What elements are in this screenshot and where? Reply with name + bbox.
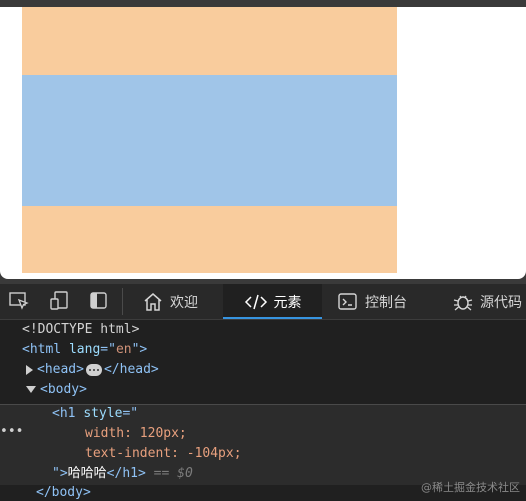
doctype-text: <!DOCTYPE html> bbox=[22, 322, 140, 337]
tab-console[interactable]: 控制台 bbox=[337, 284, 437, 319]
selected-node-hint: == $0 bbox=[153, 466, 193, 481]
html-attr-value: en bbox=[115, 342, 132, 357]
inspect-icon[interactable] bbox=[8, 291, 30, 311]
tab-elements[interactable]: 元素 bbox=[223, 284, 322, 319]
head-node-line[interactable]: <head> </head> bbox=[26, 360, 159, 380]
bottom-orange-block bbox=[22, 206, 397, 273]
css-width-line: width: 120px; bbox=[85, 424, 187, 444]
css-value-text-indent: : -104px; bbox=[171, 446, 242, 461]
middle-blue-block bbox=[22, 75, 397, 206]
tab-sources[interactable]: 源代码 bbox=[452, 284, 526, 319]
body-close-line[interactable]: </body> bbox=[36, 484, 91, 501]
h1-attr-name: style bbox=[83, 406, 123, 421]
head-close-tag: </head> bbox=[103, 362, 159, 377]
body-node-line[interactable]: <body> bbox=[26, 380, 87, 400]
h1-close-tag: </h1> bbox=[106, 466, 146, 481]
tab-welcome-label: 欢迎 bbox=[170, 294, 198, 311]
top-orange-block bbox=[22, 7, 397, 75]
h1-text-content: 哈哈哈 bbox=[67, 466, 107, 481]
expand-triangle-icon[interactable] bbox=[26, 364, 33, 375]
h1-content-line[interactable]: ">哈哈哈</h1> == $0 bbox=[52, 464, 193, 484]
collapsed-content-icon[interactable] bbox=[85, 363, 102, 376]
css-value-width: : 120px; bbox=[124, 426, 187, 441]
html-open-tag: <html bbox=[22, 342, 69, 357]
device-emulation-icon[interactable] bbox=[49, 291, 71, 311]
head-open-tag: <head> bbox=[37, 362, 84, 377]
html-attr-eq: =" bbox=[100, 342, 116, 357]
tab-console-label: 控制台 bbox=[365, 294, 407, 311]
h1-open-tag: <h1 bbox=[52, 406, 84, 421]
collapse-triangle-icon[interactable] bbox=[26, 386, 36, 393]
node-actions-icon[interactable]: ••• bbox=[0, 424, 23, 439]
css-text-indent-line: text-indent: -104px; bbox=[85, 444, 242, 464]
doctype-line[interactable]: <!DOCTYPE html> bbox=[22, 320, 139, 340]
html-open-close: "> bbox=[131, 342, 148, 357]
body-close-tag: </body> bbox=[36, 485, 91, 500]
css-prop-text-indent: text-indent bbox=[85, 446, 172, 461]
html-node-line[interactable]: <html lang="en"> bbox=[22, 340, 147, 360]
css-prop-width: width bbox=[85, 426, 125, 441]
toolbar-separator bbox=[122, 288, 123, 315]
h1-attr-eq: =" bbox=[122, 406, 139, 421]
body-open-tag: <body> bbox=[40, 382, 87, 397]
bug-icon bbox=[453, 295, 473, 310]
devtools-toolbar: 欢迎 元素 控制台 源代码 bbox=[0, 284, 526, 320]
page-viewport bbox=[0, 7, 526, 279]
html-attr-name: lang bbox=[68, 342, 101, 357]
code-brackets-icon bbox=[244, 294, 267, 309]
h1-open-end: "> bbox=[52, 466, 68, 481]
console-icon bbox=[338, 292, 357, 310]
tab-welcome[interactable]: 欢迎 bbox=[142, 284, 216, 319]
watermark: @稀土掘金技术社区 bbox=[421, 481, 520, 494]
h1-node-line[interactable]: <h1 style=" bbox=[52, 404, 138, 424]
tab-elements-label: 元素 bbox=[273, 294, 302, 311]
window-top-edge bbox=[0, 0, 526, 7]
dock-panel-icon[interactable] bbox=[88, 291, 110, 311]
tab-sources-label: 源代码 bbox=[480, 294, 522, 311]
elements-tree: ••• <!DOCTYPE html> <html lang="en"> <he… bbox=[0, 320, 526, 501]
home-icon bbox=[144, 292, 162, 311]
devtools-panel: 欢迎 元素 控制台 源代码 ••• <!DOCTYPE html> <html … bbox=[0, 284, 526, 501]
